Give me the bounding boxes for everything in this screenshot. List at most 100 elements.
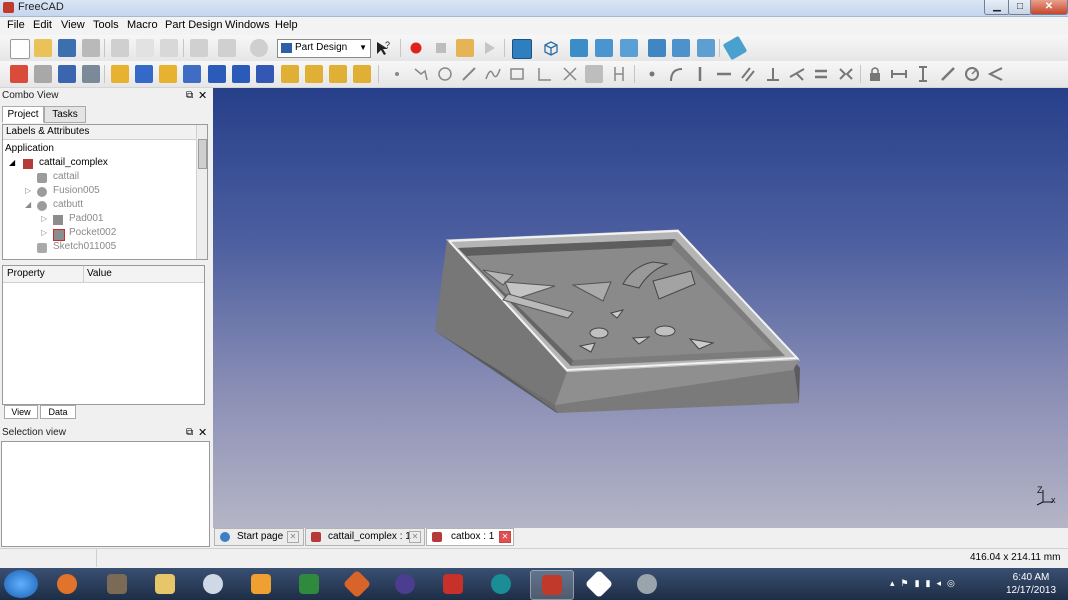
constrain-symmetric-icon[interactable]: [837, 65, 855, 83]
clock-date[interactable]: 12/17/2013: [1003, 585, 1059, 596]
view-sketch-icon[interactable]: [34, 65, 52, 83]
constrain-parallel-icon[interactable]: [739, 65, 757, 83]
taskbar-paint[interactable]: [192, 570, 234, 598]
taskbar-freecad[interactable]: [530, 570, 574, 600]
scroll-thumb[interactable]: [198, 139, 207, 169]
maximize-button[interactable]: □: [1008, 0, 1032, 15]
start-button[interactable]: [4, 570, 38, 598]
sketch-point-icon[interactable]: [388, 65, 406, 83]
taskbar-arduino[interactable]: [480, 570, 522, 598]
sketch-line-icon[interactable]: [460, 65, 478, 83]
chamfer-icon[interactable]: [232, 65, 250, 83]
sketch-construction-icon[interactable]: [610, 65, 628, 83]
constrain-coincident-icon[interactable]: [643, 65, 661, 83]
paste-icon[interactable]: [160, 39, 178, 57]
rear-view-icon[interactable]: [648, 39, 666, 57]
constrain-lock-icon[interactable]: [866, 65, 884, 83]
close-tab-icon[interactable]: ✕: [499, 531, 511, 543]
tree-item-pad001[interactable]: ▷ Pad001: [41, 213, 103, 227]
taskbar-inkscape[interactable]: [578, 569, 620, 599]
record-macro-icon[interactable]: [407, 39, 425, 57]
left-view-icon[interactable]: [697, 39, 715, 57]
menu-view[interactable]: View: [61, 19, 85, 31]
front-view-icon[interactable]: [570, 39, 588, 57]
sketch-rectangle-icon[interactable]: [508, 65, 526, 83]
close-button[interactable]: ✕: [1030, 0, 1068, 15]
doc-tab-start-page[interactable]: Start page ✕: [214, 528, 304, 546]
polar-pattern-icon[interactable]: [329, 65, 347, 83]
execute-macro-icon[interactable]: [480, 39, 498, 57]
menu-file[interactable]: File: [7, 19, 25, 31]
constrain-angle-icon[interactable]: [987, 65, 1005, 83]
tab-project[interactable]: Project: [2, 106, 44, 123]
close-icon[interactable]: ✕: [198, 89, 207, 102]
create-sketch-icon[interactable]: [10, 65, 28, 83]
tree-item-fusion005[interactable]: ▷ Fusion005: [25, 185, 100, 199]
taskbar-eclipse[interactable]: [384, 570, 426, 598]
mirrored-icon[interactable]: [281, 65, 299, 83]
edit-macro-icon[interactable]: [456, 39, 474, 57]
sketch-circle-icon[interactable]: [436, 65, 454, 83]
top-view-icon[interactable]: [595, 39, 613, 57]
close-tab-icon[interactable]: ✕: [409, 531, 421, 543]
sketch-external-icon[interactable]: [585, 65, 603, 83]
sketch-polyline-icon[interactable]: [412, 65, 430, 83]
new-document-icon[interactable]: [10, 39, 30, 59]
leave-sketch-icon[interactable]: [82, 65, 100, 83]
undock-icon[interactable]: ⧉: [186, 90, 193, 101]
tree-scrollbar[interactable]: [196, 125, 207, 259]
taskbar-matlab[interactable]: [336, 569, 378, 599]
constrain-horizontal-icon[interactable]: [715, 65, 733, 83]
constrain-radius-icon[interactable]: [963, 65, 981, 83]
fit-all-icon[interactable]: [512, 39, 532, 59]
sketch-fillet-icon[interactable]: [536, 65, 554, 83]
copy-icon[interactable]: [136, 39, 154, 57]
taskbar-media-player[interactable]: [240, 570, 282, 598]
menu-tools[interactable]: Tools: [93, 19, 119, 31]
doc-tab-catbox[interactable]: catbox : 1 ✕: [426, 528, 514, 546]
sketch-trim-icon[interactable]: [561, 65, 579, 83]
groove-icon[interactable]: [183, 65, 201, 83]
tree-item-catbutt[interactable]: ◢ catbutt: [25, 199, 83, 213]
menu-edit[interactable]: Edit: [33, 19, 52, 31]
tab-data[interactable]: Data: [40, 405, 76, 419]
tree-item-pocket002[interactable]: ▷ Pocket002: [41, 227, 116, 241]
taskbar-gimp[interactable]: [96, 570, 138, 598]
menu-help[interactable]: Help: [275, 19, 298, 31]
right-view-icon[interactable]: [620, 39, 638, 57]
map-sketch-icon[interactable]: [58, 65, 76, 83]
tab-tasks[interactable]: Tasks: [44, 106, 86, 123]
taskbar-steam[interactable]: [626, 570, 668, 598]
undo-icon[interactable]: [190, 39, 208, 57]
fillet-icon[interactable]: [208, 65, 226, 83]
doc-tab-cattail-complex[interactable]: cattail_complex : 1 ✕: [305, 528, 425, 546]
taskbar-explorer[interactable]: [144, 570, 186, 598]
redo-icon[interactable]: [218, 39, 236, 57]
multi-transform-icon[interactable]: [353, 65, 371, 83]
tab-view[interactable]: View: [4, 405, 38, 419]
linear-pattern-icon[interactable]: [305, 65, 323, 83]
close-tab-icon[interactable]: ✕: [287, 531, 299, 543]
constrain-equal-icon[interactable]: [812, 65, 830, 83]
sketch-bspline-icon[interactable]: [484, 65, 502, 83]
bottom-view-icon[interactable]: [672, 39, 690, 57]
save-icon[interactable]: [58, 39, 76, 57]
constrain-vertical-distance-icon[interactable]: [914, 65, 932, 83]
pad-icon[interactable]: [111, 65, 129, 83]
menu-macro[interactable]: Macro: [127, 19, 158, 31]
open-folder-icon[interactable]: [34, 39, 52, 57]
taskbar-firefox[interactable]: [46, 570, 88, 598]
stop-macro-icon[interactable]: [432, 39, 450, 57]
system-tray-icons[interactable]: ▴⚑▮▮◂◎: [890, 578, 980, 590]
tree-item-cattail-complex[interactable]: ◢ cattail_complex: [9, 157, 108, 171]
constrain-perpendicular-icon[interactable]: [764, 65, 782, 83]
3d-viewport[interactable]: Z x: [213, 88, 1068, 528]
constrain-point-on-object-icon[interactable]: [667, 65, 685, 83]
clock-time[interactable]: 6:40 AM: [1003, 572, 1059, 583]
menu-windows[interactable]: Windows: [225, 19, 270, 31]
constrain-vertical-icon[interactable]: [691, 65, 709, 83]
cut-icon[interactable]: [111, 39, 129, 57]
close-icon[interactable]: ✕: [198, 426, 207, 439]
axonometric-view-icon[interactable]: [542, 39, 560, 57]
draft-icon[interactable]: [256, 65, 274, 83]
